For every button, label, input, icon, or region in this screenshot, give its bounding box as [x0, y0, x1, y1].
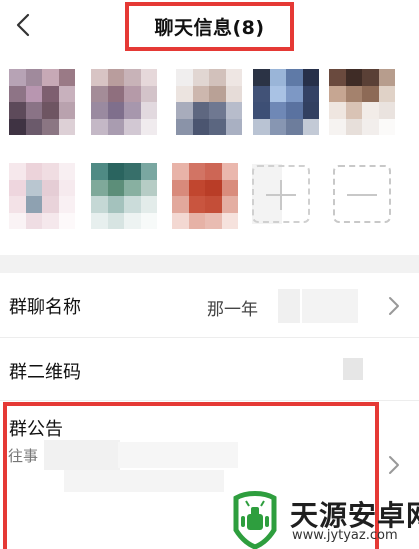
- chevron-right-icon: [389, 297, 399, 315]
- group-qr-label: 群二维码: [9, 362, 81, 383]
- member-avatar[interactable]: [91, 69, 157, 135]
- group-name-value: 那一年: [207, 300, 258, 320]
- remove-member-button[interactable]: [333, 165, 391, 223]
- add-member-button[interactable]: [252, 165, 310, 223]
- site-logo: [233, 491, 277, 549]
- watermark-url: www.jytyaz.com: [292, 528, 398, 543]
- top-nav-bar: 聊天信息(8): [0, 0, 419, 52]
- blurred-text: [302, 289, 358, 323]
- page-title: 聊天信息(8): [154, 17, 265, 39]
- member-avatar[interactable]: [9, 69, 75, 135]
- chevron-right-icon: [389, 456, 399, 474]
- group-name-label: 群聊名称: [9, 297, 81, 318]
- watermark: 天源安卓网 www.jytyaz.com: [224, 490, 419, 549]
- member-avatar[interactable]: [91, 163, 157, 229]
- member-avatar[interactable]: [9, 163, 75, 229]
- member-avatar[interactable]: [253, 69, 319, 135]
- title-highlight-box: 聊天信息(8): [125, 2, 294, 51]
- member-avatar[interactable]: [329, 69, 395, 135]
- chevron-left-icon: [16, 13, 30, 37]
- blurred-text: [278, 289, 300, 323]
- back-button[interactable]: [6, 6, 40, 44]
- group-name-row[interactable]: 群聊名称 那一年: [0, 273, 419, 337]
- member-grid: [0, 52, 419, 255]
- section-gap: [0, 255, 419, 273]
- qr-code-icon: [343, 358, 363, 380]
- member-avatar[interactable]: [172, 163, 238, 229]
- member-avatar[interactable]: [176, 69, 242, 135]
- group-qr-row[interactable]: 群二维码: [0, 338, 419, 400]
